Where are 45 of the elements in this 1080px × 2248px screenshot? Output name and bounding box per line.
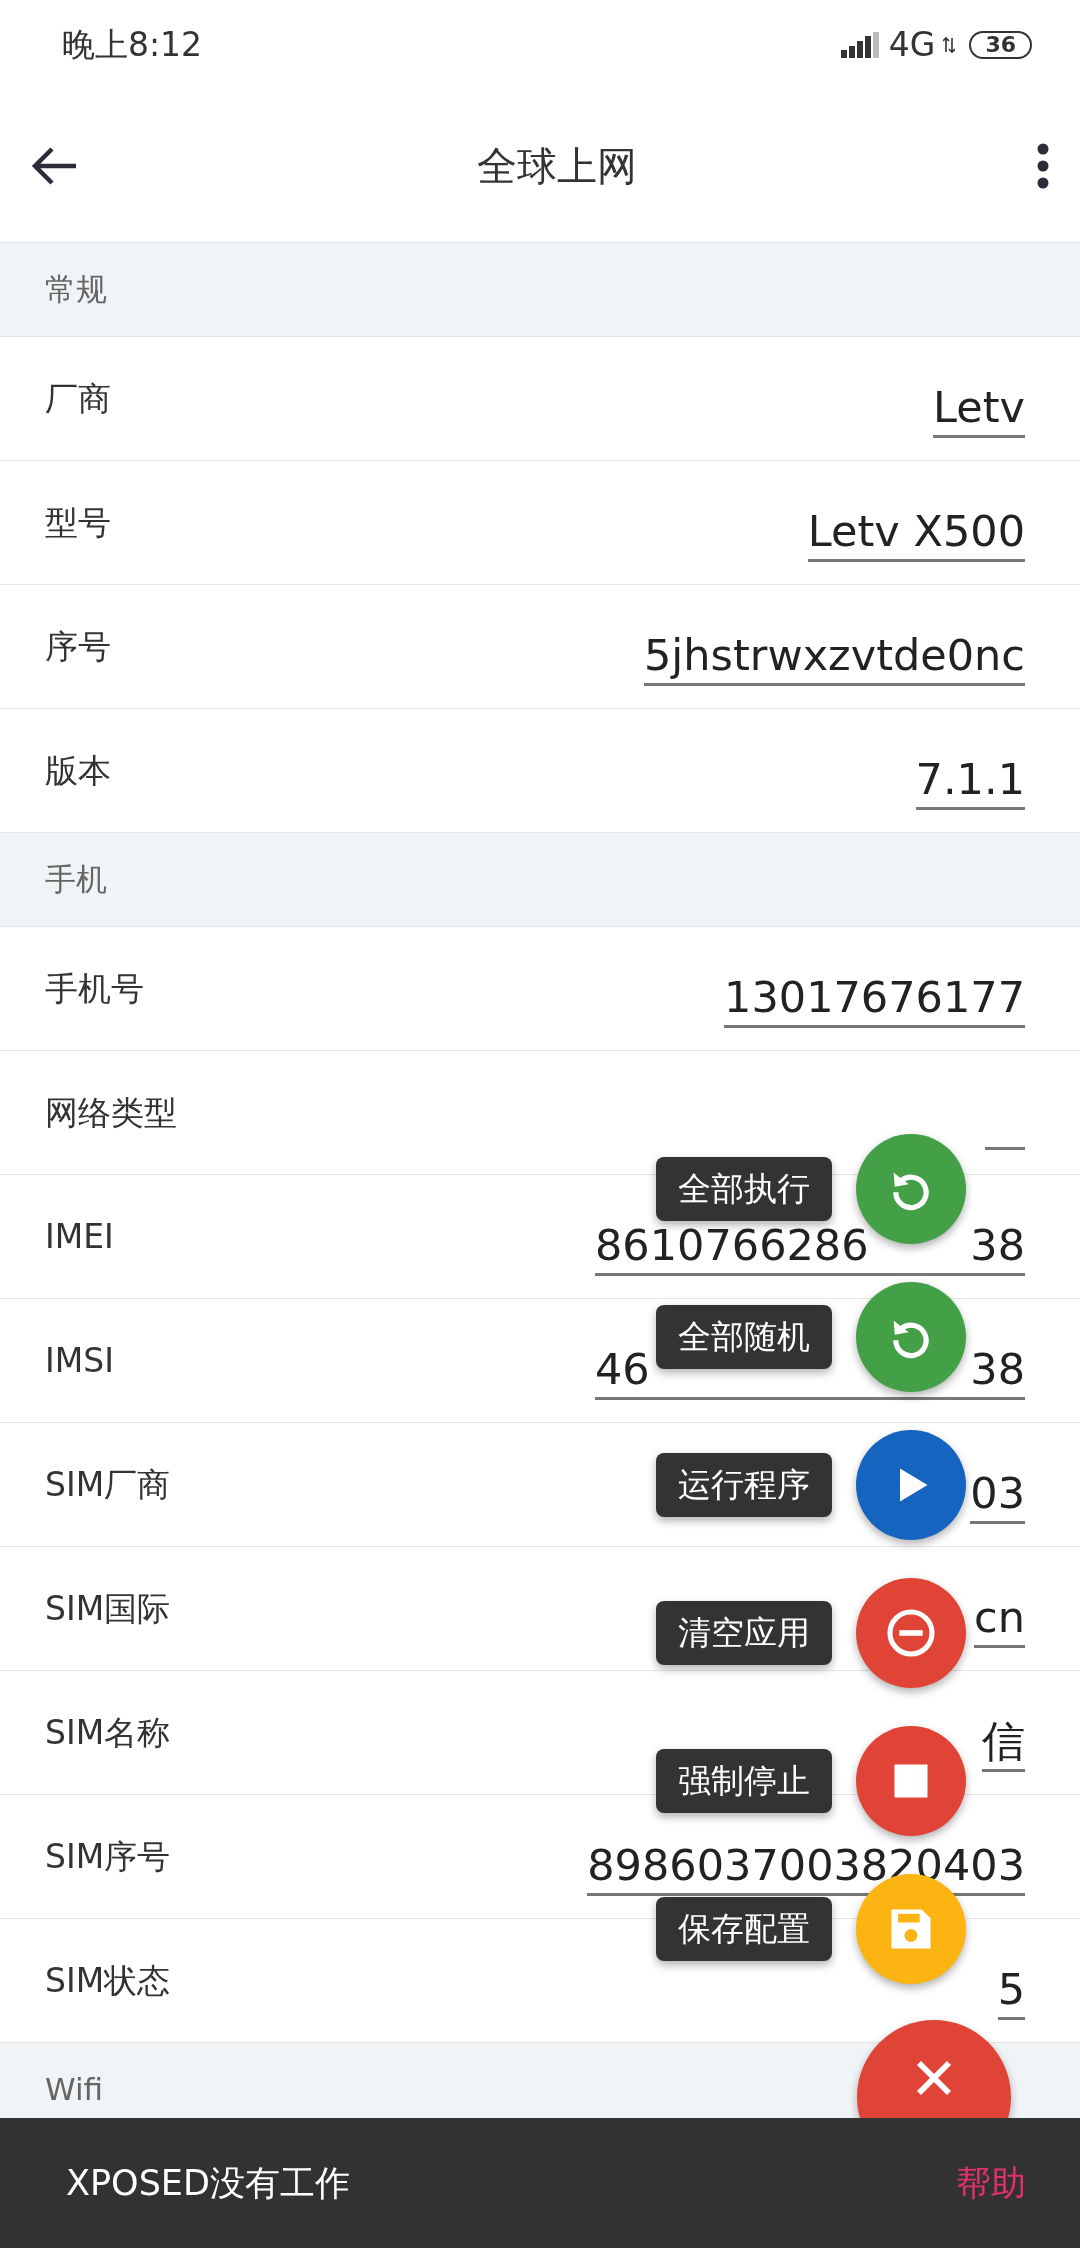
field-label: SIM状态 [45, 1959, 171, 2002]
network-type: 4G [888, 24, 936, 67]
field-label: 序号 [45, 625, 111, 668]
field-label: SIM名称 [45, 1711, 171, 1754]
input-field[interactable]: 7.1.1 [915, 757, 1025, 810]
field-label: 版本 [45, 749, 111, 792]
action-button[interactable] [856, 1726, 966, 1836]
input-field[interactable]: Letv [933, 385, 1025, 438]
section-header: Wifi [45, 2070, 104, 2110]
action-tooltip: 全部随机 [656, 1305, 832, 1369]
action-tooltip: 强制停止 [656, 1749, 832, 1813]
input-field[interactable]: 13017676177 [724, 975, 1025, 1028]
signal-icon [840, 32, 881, 58]
input-field[interactable]: cn [974, 1595, 1025, 1648]
stop-icon [893, 1763, 929, 1799]
action-tooltip: 运行程序 [656, 1453, 832, 1517]
input-field[interactable]: 信 [982, 1719, 1025, 1772]
field-label: IMSI [45, 1339, 114, 1382]
status-time: 晚上8:12 [62, 24, 203, 67]
section-header: 常规 [45, 270, 107, 310]
field-label: 手机号 [45, 967, 144, 1010]
input-field[interactable]: 5jhstrwxzvtde0nc [644, 633, 1025, 686]
input-field[interactable]: 03 [970, 1471, 1025, 1524]
field-label: 型号 [45, 501, 111, 544]
input-field[interactable]: 5 [997, 1967, 1025, 2020]
input-field[interactable]: Letv X500 [807, 509, 1025, 562]
field-label: SIM厂商 [45, 1463, 171, 1506]
action-button[interactable] [856, 1578, 966, 1688]
more-options-icon[interactable] [1036, 143, 1050, 189]
back-arrow-icon[interactable] [30, 146, 78, 186]
field-label: 厂商 [45, 377, 111, 420]
field-label: SIM国际 [45, 1587, 171, 1630]
action-tooltip: 全部执行 [656, 1157, 832, 1221]
field-label: IMEI [45, 1215, 114, 1258]
field-label: SIM序号 [45, 1835, 171, 1878]
data-arrows-icon [943, 36, 956, 54]
screen-title: 全球上网 [477, 142, 637, 191]
action-tooltip: 保存配置 [656, 1897, 832, 1961]
snackbar-message: XPOSED没有工作 [66, 2161, 350, 2205]
section-header: 手机 [45, 860, 107, 900]
action-button[interactable] [856, 1282, 966, 1392]
action-button[interactable] [856, 1430, 966, 1540]
field-label: 网络类型 [45, 1091, 177, 1134]
battery-icon: 36 [969, 30, 1032, 60]
action-tooltip: 清空应用 [656, 1601, 832, 1665]
